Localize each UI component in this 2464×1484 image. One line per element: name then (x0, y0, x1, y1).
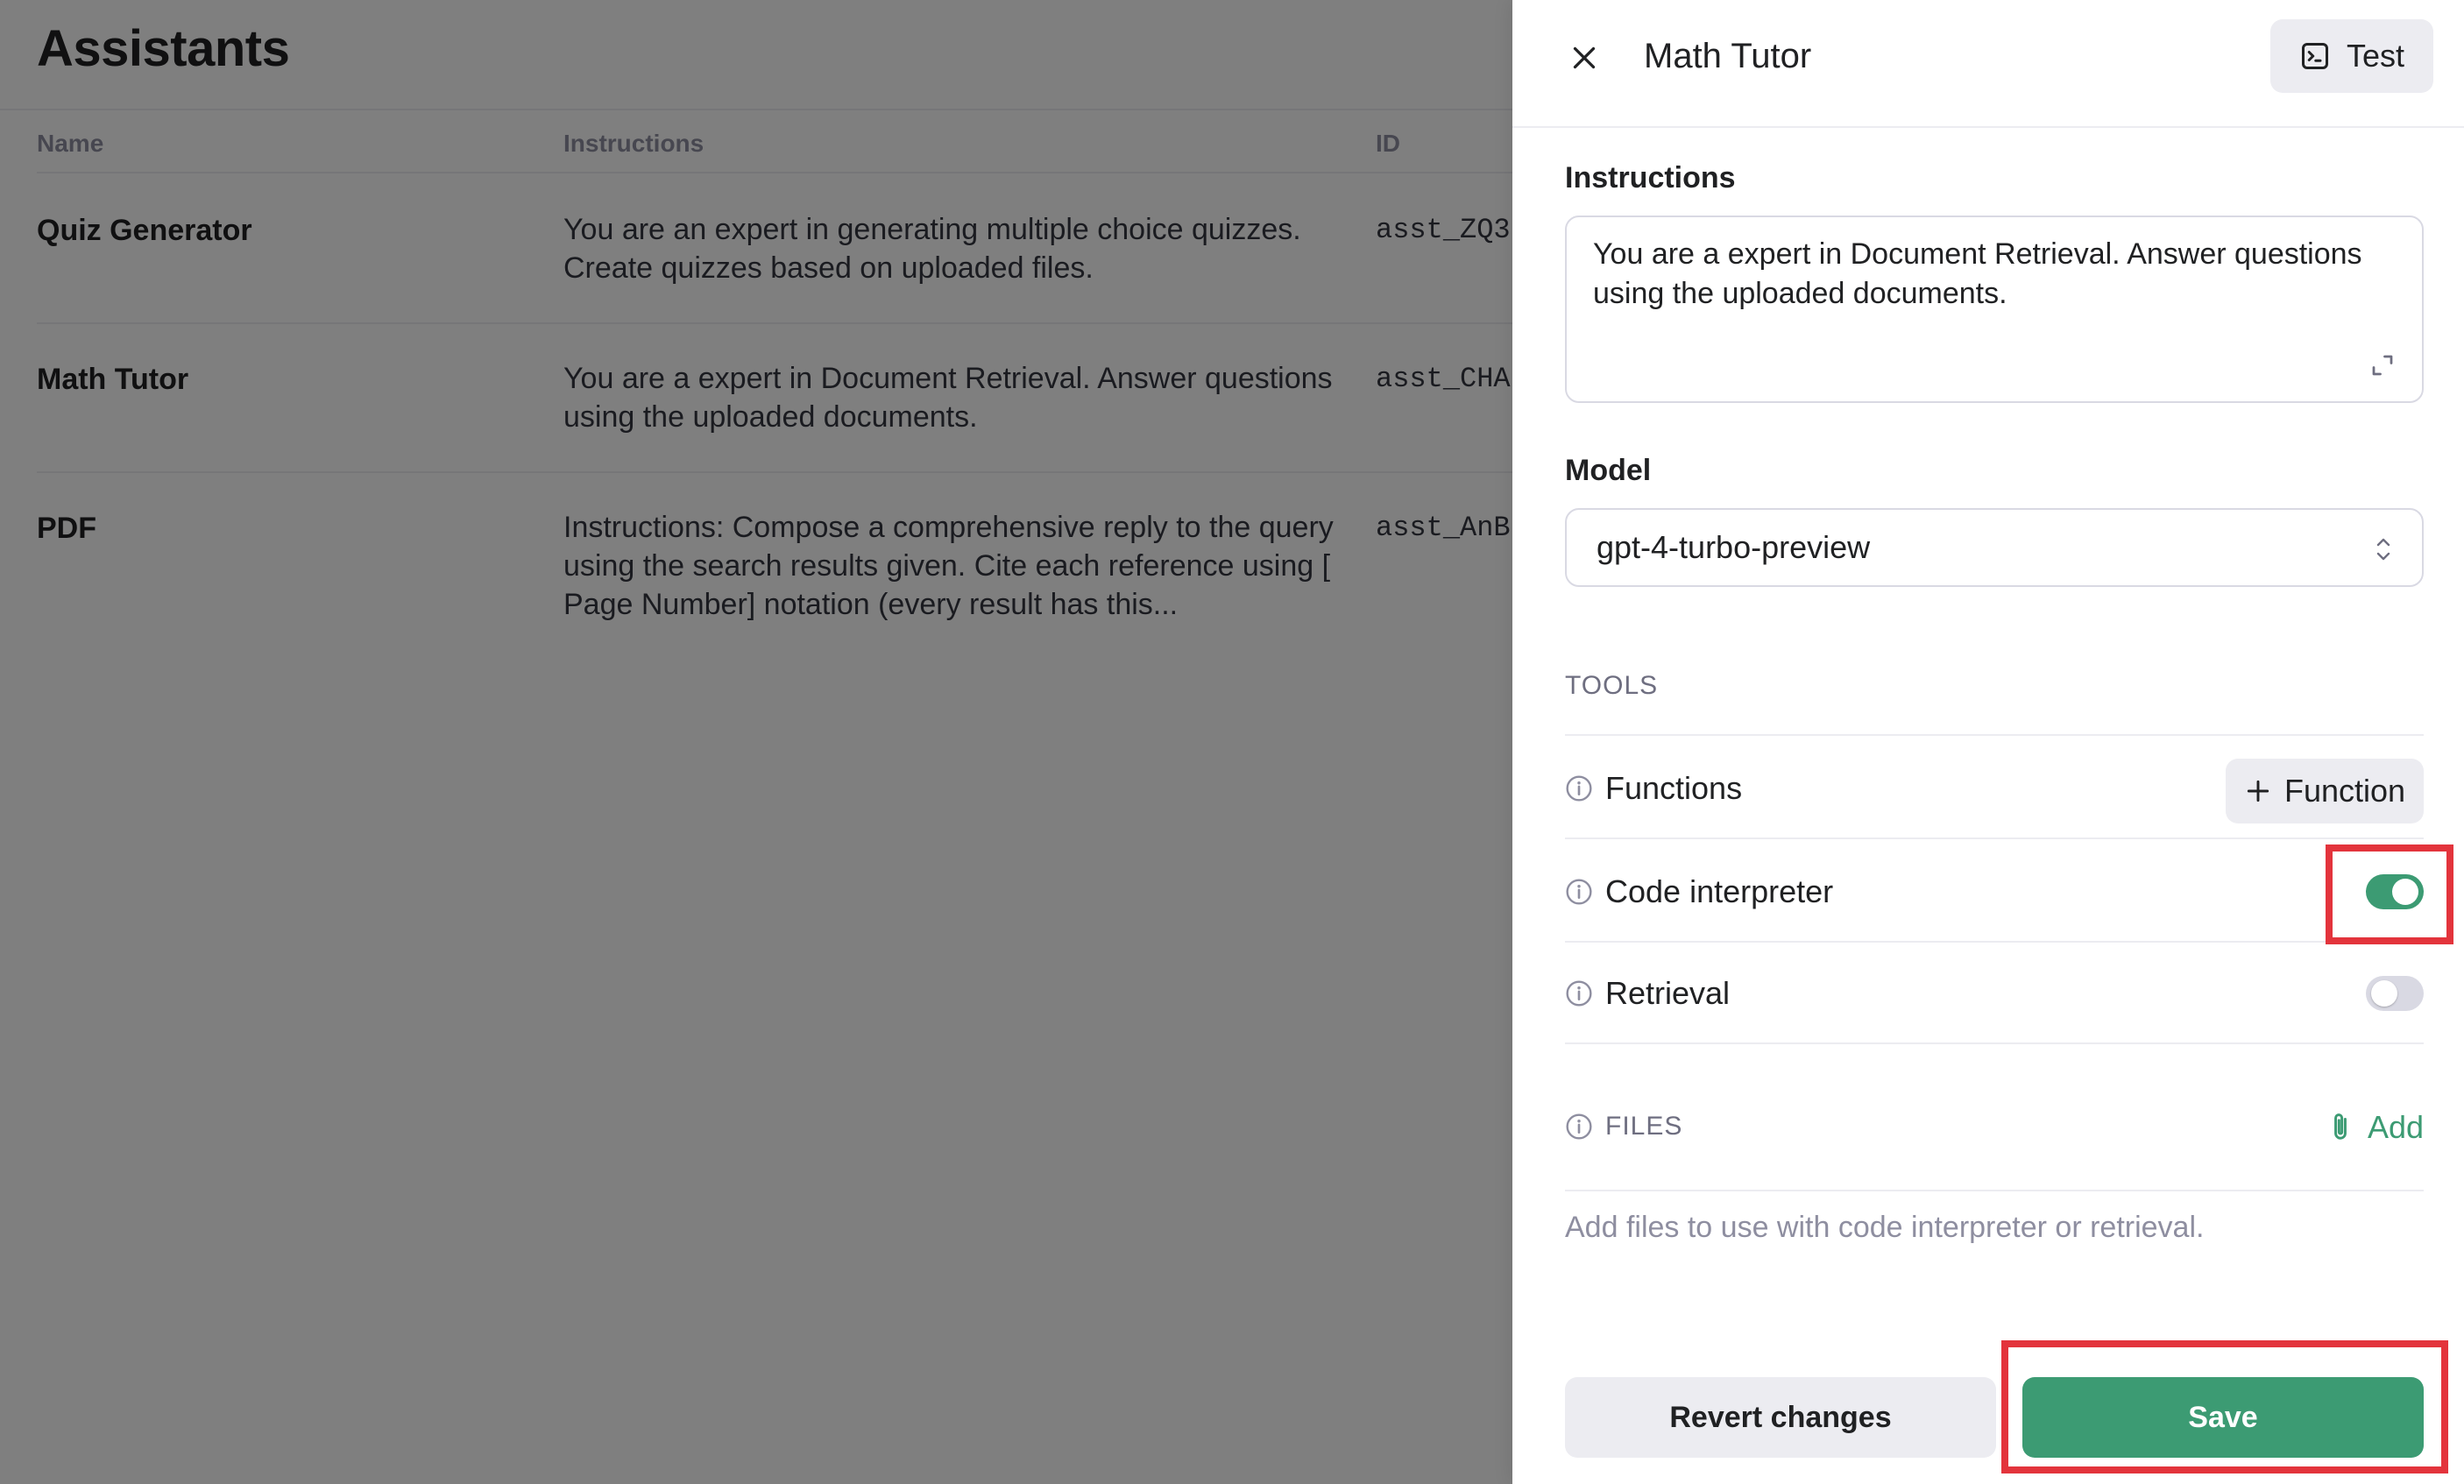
row-id[interactable]: asst_CHA (1376, 363, 1512, 395)
info-icon[interactable] (1565, 1113, 1593, 1141)
panel-title: Math Tutor (1644, 37, 1812, 75)
row-id[interactable]: asst_AnB (1376, 512, 1512, 544)
paperclip-icon (2334, 1113, 2347, 1140)
column-header-name: Name (37, 130, 104, 157)
instructions-text: You are a expert in Document Retrieval. … (1593, 237, 2362, 310)
tool-label-retrieval: Retrieval (1605, 975, 1731, 1011)
test-label: Test (2346, 38, 2405, 74)
tool-label-code-interpreter: Code interpreter (1605, 873, 1834, 909)
toggle-knob (2392, 879, 2418, 905)
assistant-edit-panel: Math Tutor Test Instructions You are a e… (1512, 0, 2464, 1484)
divider (1565, 734, 2424, 736)
tool-label-functions: Functions (1605, 770, 1743, 806)
row-instructions[interactable]: Instructions: Compose a comprehensive re… (563, 508, 1352, 624)
add-files-label: Add (2367, 1109, 2424, 1145)
files-hint: Add files to use with code interpreter o… (1565, 1211, 2205, 1244)
tool-row-retrieval: Retrieval (1565, 958, 2424, 1028)
add-function-button[interactable]: Function (2226, 759, 2424, 823)
instructions-label: Instructions (1565, 161, 1736, 194)
chevron-updown-icon (2376, 538, 2390, 561)
save-button[interactable]: Save (2022, 1377, 2424, 1458)
row-instructions[interactable]: You are a expert in Document Retrieval. … (563, 359, 1352, 436)
page-title: Assistants (37, 20, 290, 77)
files-row: FILES Add (1565, 1092, 2424, 1162)
revert-changes-button[interactable]: Revert changes (1565, 1377, 1996, 1458)
row-instructions[interactable]: You are an expert in generating multiple… (563, 210, 1352, 287)
divider (1565, 1042, 2424, 1044)
retrieval-toggle[interactable] (2366, 976, 2424, 1011)
row-name[interactable]: PDF (37, 512, 96, 546)
divider (1565, 941, 2424, 943)
row-name[interactable]: Quiz Generator (37, 214, 252, 248)
row-name[interactable]: Math Tutor (37, 363, 188, 397)
panel-header: Math Tutor Test (1512, 0, 2464, 128)
add-files-button[interactable]: Add (2326, 1109, 2424, 1146)
info-icon[interactable] (1565, 878, 1593, 906)
model-label: Model (1565, 454, 1652, 487)
divider (37, 322, 1512, 324)
model-value: gpt-4-turbo-preview (1597, 529, 1871, 565)
info-icon[interactable] (1565, 979, 1593, 1007)
close-icon (1573, 46, 1596, 69)
plus-icon (2247, 780, 2269, 802)
divider (1565, 837, 2424, 839)
column-header-instructions: Instructions (563, 130, 705, 157)
info-icon[interactable] (1565, 774, 1593, 802)
row-id[interactable]: asst_ZQ3 (1376, 214, 1512, 246)
expand-icon[interactable] (2369, 352, 2396, 378)
files-label: FILES (1605, 1112, 1683, 1141)
assistants-page: Assistants Name Instructions ID Quiz Gen… (0, 0, 1512, 1484)
code-interpreter-toggle[interactable] (2366, 874, 2424, 909)
column-header-id: ID (1376, 130, 1400, 157)
tool-row-functions: Functions Function (1565, 753, 2424, 823)
tool-row-code-interpreter: Code interpreter (1565, 857, 2424, 927)
model-select[interactable]: gpt-4-turbo-preview (1565, 508, 2424, 587)
divider (1565, 1190, 2424, 1191)
toggle-knob (2371, 980, 2397, 1007)
tools-label: TOOLS (1565, 671, 1659, 700)
function-button-label: Function (2283, 773, 2406, 809)
divider (0, 109, 1512, 110)
test-button[interactable]: Test (2270, 19, 2433, 93)
close-button[interactable] (1561, 35, 1607, 81)
divider (37, 172, 1512, 173)
instructions-textarea[interactable]: You are a expert in Document Retrieval. … (1565, 216, 2424, 403)
divider (37, 471, 1512, 473)
terminal-icon (2301, 43, 2328, 69)
